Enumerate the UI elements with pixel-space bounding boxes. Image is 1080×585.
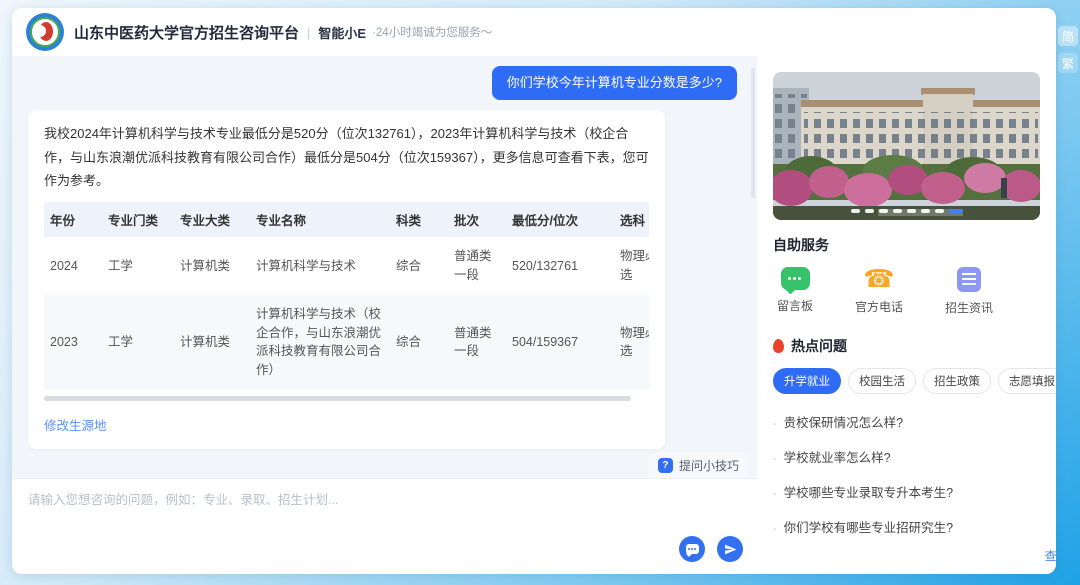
cell-major-group: 计算机类 bbox=[180, 258, 231, 273]
view-more-link[interactable]: 查看更多 > bbox=[1045, 547, 1056, 564]
modify-source-region-link[interactable]: 修改生源地 bbox=[44, 415, 107, 434]
platform-title: 山东中医药大学官方招生咨询平台 bbox=[74, 24, 300, 42]
cell-major-name: 计算机科学与技术（校企合作，与山东浪潮优派科技教育有限公司合作） bbox=[256, 306, 382, 378]
language-switcher: 简 繁 bbox=[1058, 26, 1078, 73]
table-horizontal-scrollbar[interactable] bbox=[44, 395, 631, 401]
service-label: 官方电话 bbox=[855, 300, 904, 314]
service-official-phone[interactable]: ☎ 官方电话 bbox=[855, 264, 904, 316]
cell-subject-req: 物理必选 bbox=[620, 249, 649, 283]
hot-question-item[interactable]: 你们学校有哪些专业招研究生? bbox=[773, 509, 1056, 544]
service-label: 招生资讯 bbox=[945, 301, 994, 315]
bot-answer-text: 我校2024年计算机科学与技术专业最低分是520分（位次132761），2023… bbox=[44, 126, 649, 188]
main-window: 山东中医药大学官方招生咨询平台 | 智能小E ·24小时竭诚为您服务～ 你们学校… bbox=[12, 8, 1056, 574]
bot-answer-card: 我校2024年计算机科学与技术专业最低分是520分（位次132761），2023… bbox=[28, 110, 665, 449]
chat-bubble-icon bbox=[685, 544, 699, 554]
hot-question-item[interactable]: 学校哪些专业录取专升本考生? bbox=[773, 474, 1056, 509]
send-button[interactable] bbox=[717, 536, 743, 562]
chat-vertical-scrollbar[interactable] bbox=[751, 68, 755, 198]
cell-major-group: 计算机类 bbox=[180, 334, 231, 349]
campus-photo-carousel[interactable] bbox=[773, 72, 1040, 220]
title-divider: | bbox=[307, 24, 311, 40]
service-tagline: ·24小时竭诚为您服务～ bbox=[372, 27, 493, 39]
message-composer bbox=[12, 478, 757, 574]
bullet-icon bbox=[773, 523, 777, 535]
col-batch: 批次 bbox=[448, 202, 506, 238]
col-subject-req: 选科 bbox=[614, 202, 649, 238]
service-admission-news[interactable]: 招生资讯 bbox=[945, 267, 993, 316]
scores-table-container[interactable]: 年份 专业门类 专业大类 专业名称 科类 批次 最低分/位次 选科 2024 工… bbox=[44, 202, 649, 401]
tab-admission-policy[interactable]: 招生政策 bbox=[923, 368, 991, 394]
col-category: 专业门类 bbox=[102, 202, 174, 238]
question-mark-icon bbox=[657, 458, 673, 473]
cell-category: 工学 bbox=[108, 258, 134, 273]
self-service-row: 留言板 ☎ 官方电话 招生资讯 bbox=[773, 264, 1056, 316]
col-major-group: 专业大类 bbox=[174, 202, 250, 238]
cell-batch: 普通类一段 bbox=[454, 325, 492, 359]
cell-min-score: 520/132761 bbox=[512, 258, 579, 273]
service-label: 留言板 bbox=[777, 299, 814, 313]
hot-question-item[interactable]: 贵校保研情况怎么样? bbox=[773, 404, 1056, 439]
tab-campus-life[interactable]: 校园生活 bbox=[848, 368, 916, 394]
tab-application-filling[interactable]: 志愿填报 bbox=[998, 368, 1056, 394]
cell-subject-req: 物理必选 bbox=[620, 325, 649, 359]
quick-chat-button[interactable] bbox=[679, 536, 705, 562]
tab-further-study-employment[interactable]: 升学就业 bbox=[773, 368, 841, 394]
header-bar: 山东中医药大学官方招生咨询平台 | 智能小E ·24小时竭诚为您服务～ bbox=[12, 8, 1056, 56]
hot-question-list: 贵校保研情况怎么样? 学校就业率怎么样? 学校哪些专业录取专升本考生? 你们学校… bbox=[773, 404, 1056, 544]
hot-questions-title: 热点问题 bbox=[791, 338, 847, 354]
table-row: 2024 工学 计算机类 计算机科学与技术 综合 普通类一段 520/13276… bbox=[44, 237, 649, 295]
phone-icon: ☎ bbox=[863, 264, 895, 293]
hot-question-item[interactable]: 学校就业率怎么样? bbox=[773, 439, 1056, 474]
university-logo-icon bbox=[26, 13, 64, 51]
tips-label: 提问小技巧 bbox=[678, 459, 739, 473]
flame-icon bbox=[773, 339, 784, 353]
question-text: 你们学校有哪些专业招研究生? bbox=[783, 521, 954, 535]
question-text: 贵校保研情况怎么样? bbox=[783, 416, 904, 430]
carousel-dots[interactable] bbox=[850, 209, 963, 213]
cell-subject-type: 综合 bbox=[396, 334, 422, 349]
cell-year: 2024 bbox=[50, 258, 78, 273]
bullet-icon bbox=[773, 488, 777, 500]
cell-year: 2023 bbox=[50, 334, 78, 349]
info-sidebar: 自助服务 留言板 ☎ 官方电话 招生资讯 热点问题 升学就业 校园生活 招生政策… bbox=[757, 56, 1056, 574]
service-message-board[interactable]: 留言板 bbox=[777, 267, 813, 316]
col-min-score: 最低分/位次 bbox=[506, 202, 614, 238]
message-board-icon bbox=[780, 267, 810, 290]
question-text: 学校就业率怎么样? bbox=[783, 451, 891, 465]
chat-message-list[interactable]: 你们学校今年计算机专业分数是多少? 我校2024年计算机科学与技术专业最低分是5… bbox=[12, 56, 757, 478]
col-subject-type: 科类 bbox=[390, 202, 448, 238]
hot-question-tabs: 升学就业 校园生活 招生政策 志愿填报 » bbox=[773, 368, 1056, 394]
cell-batch: 普通类一段 bbox=[454, 249, 492, 283]
scores-table-computer: 年份 专业门类 专业大类 专业名称 科类 批次 最低分/位次 选科 2024 工… bbox=[44, 202, 649, 390]
cell-min-score: 504/159367 bbox=[512, 334, 579, 349]
table-row: 2023 工学 计算机类 计算机科学与技术（校企合作，与山东浪潮优派科技教育有限… bbox=[44, 294, 649, 390]
assistant-name: 智能小E bbox=[318, 25, 367, 41]
message-input[interactable] bbox=[28, 493, 668, 507]
col-major-name: 专业名称 bbox=[250, 202, 390, 238]
cell-category: 工学 bbox=[108, 334, 134, 349]
news-icon bbox=[957, 267, 982, 292]
chat-panel: 你们学校今年计算机专业分数是多少? 我校2024年计算机科学与技术专业最低分是5… bbox=[12, 56, 757, 574]
bullet-icon bbox=[773, 418, 777, 430]
lang-simplified-button[interactable]: 简 bbox=[1058, 26, 1078, 46]
bullet-icon bbox=[773, 453, 777, 465]
cell-subject-type: 综合 bbox=[396, 258, 422, 273]
table-header-row: 年份 专业门类 专业大类 专业名称 科类 批次 最低分/位次 选科 bbox=[44, 202, 649, 238]
question-tips-chip[interactable]: 提问小技巧 bbox=[647, 452, 749, 478]
user-message-bubble: 你们学校今年计算机专业分数是多少? bbox=[491, 66, 737, 101]
send-icon bbox=[724, 544, 736, 554]
hot-questions-header: 热点问题 bbox=[773, 336, 1056, 356]
cell-major-name: 计算机科学与技术 bbox=[256, 258, 357, 273]
campus-photo bbox=[773, 72, 1040, 220]
carousel-active-dot[interactable] bbox=[948, 209, 963, 213]
self-service-title: 自助服务 bbox=[773, 237, 829, 253]
col-year: 年份 bbox=[44, 202, 102, 238]
question-text: 学校哪些专业录取专升本考生? bbox=[783, 486, 954, 500]
lang-traditional-button[interactable]: 繁 bbox=[1058, 53, 1078, 73]
